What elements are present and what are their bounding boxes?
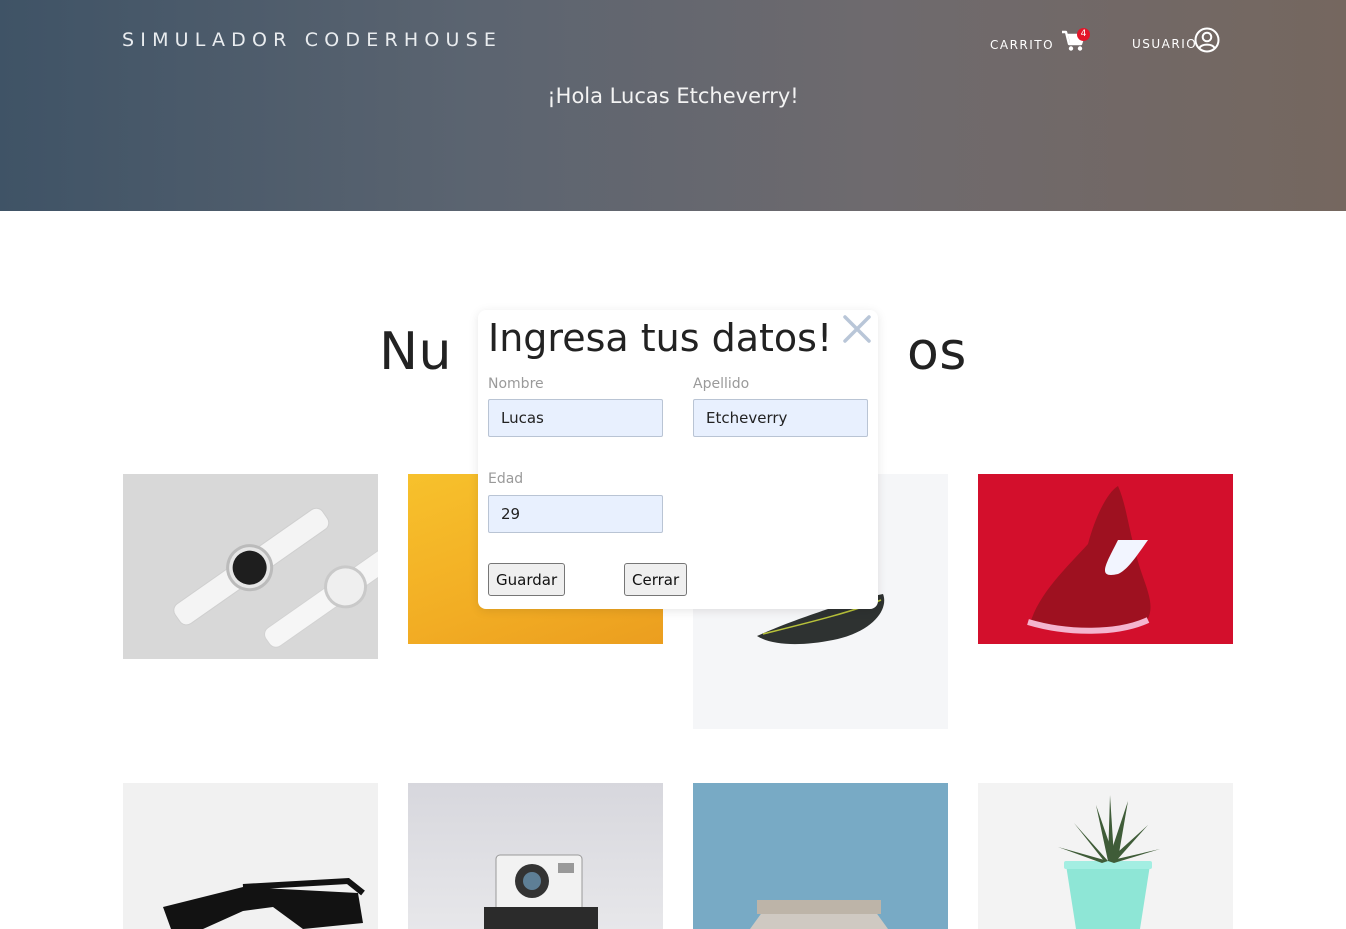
- close-button[interactable]: Cerrar: [624, 563, 688, 596]
- nombre-label: Nombre: [488, 376, 544, 392]
- modal-title: Ingresa tus datos!: [488, 316, 833, 360]
- red-sneaker-image: [1027, 486, 1151, 634]
- stool-image: [750, 900, 888, 929]
- product-image-red-sneaker[interactable]: [978, 474, 1233, 644]
- edad-label: Edad: [488, 471, 524, 487]
- section-title-left: Nu: [379, 322, 452, 382]
- hero-header: SIMULADOR CODERHOUSE CARRITO 4 USUARIO ¡…: [0, 0, 1346, 211]
- close-icon[interactable]: [840, 312, 874, 346]
- nombre-input[interactable]: [488, 399, 663, 437]
- apellido-input[interactable]: [693, 399, 868, 437]
- product-image-sunglasses[interactable]: [123, 783, 378, 929]
- watch-image: [173, 507, 378, 648]
- page: SIMULADOR CODERHOUSE CARRITO 4 USUARIO ¡…: [0, 0, 1346, 929]
- user-circle-icon[interactable]: [1194, 27, 1220, 53]
- cart-count-badge: 4: [1077, 28, 1090, 41]
- product-image-camera[interactable]: [408, 783, 663, 929]
- plant-image: [1058, 795, 1160, 929]
- edad-input[interactable]: [488, 495, 663, 533]
- user-data-modal: Ingresa tus datos! Nombre Apellido Edad …: [478, 310, 878, 609]
- save-button[interactable]: Guardar: [488, 563, 566, 596]
- greeting-text: ¡Hola Lucas Etcheverry!: [547, 84, 799, 108]
- sunglasses-image: [163, 877, 365, 929]
- nav-cart-link[interactable]: CARRITO: [990, 38, 1054, 52]
- brand-logo[interactable]: SIMULADOR CODERHOUSE: [122, 29, 502, 51]
- product-image-watch[interactable]: [123, 474, 378, 659]
- apellido-label: Apellido: [693, 376, 750, 392]
- camera-image: [484, 854, 598, 929]
- nav-user-link[interactable]: USUARIO: [1132, 37, 1197, 51]
- section-title-right: os: [906, 322, 967, 382]
- product-image-plant[interactable]: [978, 783, 1233, 929]
- modal-close-button[interactable]: [840, 312, 874, 346]
- product-image-stool[interactable]: [693, 783, 948, 929]
